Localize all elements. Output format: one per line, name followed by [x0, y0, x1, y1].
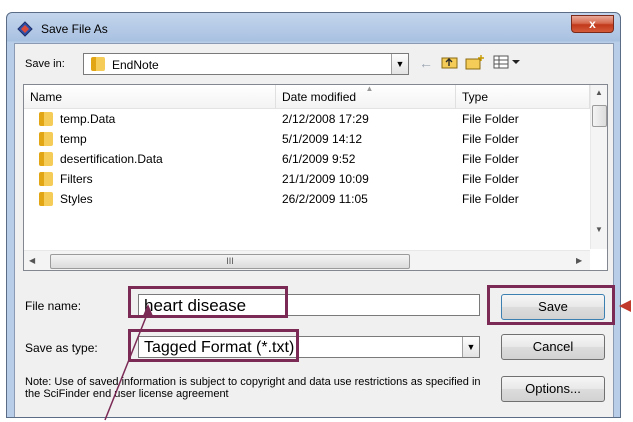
file-name-value: heart disease: [144, 296, 247, 315]
file-name: desertification.Data: [60, 152, 163, 166]
file-date: 5/1/2009 14:12: [282, 132, 363, 146]
file-name: Filters: [60, 172, 93, 186]
back-arrow-icon[interactable]: ←: [419, 54, 433, 72]
file-date: 26/2/2009 11:05: [282, 192, 368, 206]
copyright-note: Note: Use of saved information is subjec…: [25, 376, 481, 400]
folder-icon: [39, 172, 53, 186]
chevron-down-icon[interactable]: ▼: [391, 54, 408, 74]
file-name-label: File name:: [25, 299, 82, 313]
close-button[interactable]: x: [571, 15, 614, 33]
folder-icon: [39, 132, 53, 146]
file-name-input[interactable]: heart disease: [138, 294, 480, 316]
folder-icon: [39, 152, 53, 166]
file-name: Styles: [60, 192, 93, 206]
file-date: 6/1/2009 9:52: [282, 152, 356, 166]
save-file-as-dialog: Save File As x Save in: EndNote ▼ ← Name…: [6, 12, 621, 418]
scroll-down-icon[interactable]: ▼: [595, 225, 603, 234]
horizontal-scrollbar[interactable]: ◀ III ▶: [24, 250, 590, 270]
horizontal-scroll-thumb[interactable]: III: [50, 254, 410, 269]
dialog-body: Save in: EndNote ▼ ← Name ▲ Date modifie…: [14, 43, 614, 417]
file-row[interactable]: Styles 26/2/2009 11:05 File Folder: [24, 189, 590, 209]
vertical-scrollbar[interactable]: ▲ ▼: [590, 85, 607, 249]
scroll-right-icon[interactable]: ▶: [576, 256, 582, 265]
title-bar[interactable]: Save File As x: [7, 13, 620, 43]
window-title: Save File As: [41, 22, 108, 36]
scroll-left-icon[interactable]: ◀: [29, 256, 35, 265]
options-button[interactable]: Options...: [501, 376, 605, 402]
folder-icon: [39, 112, 53, 126]
save-as-type-label: Save as type:: [25, 341, 98, 355]
folder-icon: [91, 57, 105, 71]
file-list[interactable]: Name ▲ Date modified Type temp.Data 2/12…: [23, 84, 608, 271]
save-in-dropdown[interactable]: EndNote ▼: [83, 53, 409, 75]
save-in-label: Save in:: [25, 58, 65, 70]
endnote-app-icon: [17, 21, 33, 37]
cancel-button[interactable]: Cancel: [501, 334, 605, 360]
column-header-date-modified[interactable]: ▲ Date modified: [276, 84, 456, 109]
file-row[interactable]: desertification.Data 6/1/2009 9:52 File …: [24, 149, 590, 169]
file-date: 2/12/2008 17:29: [282, 112, 369, 126]
save-as-type-value: Tagged Format (*.txt): [144, 339, 295, 356]
column-header-type[interactable]: Type: [456, 85, 590, 109]
view-menu-icon[interactable]: [493, 54, 523, 72]
scroll-up-icon[interactable]: ▲: [595, 88, 603, 97]
vertical-scroll-thumb[interactable]: [592, 105, 607, 127]
file-type: File Folder: [462, 152, 519, 166]
file-date: 21/1/2009 10:09: [282, 172, 369, 186]
file-type: File Folder: [462, 132, 519, 146]
file-name: temp: [60, 132, 87, 146]
file-type: File Folder: [462, 112, 519, 126]
save-as-type-dropdown[interactable]: Tagged Format (*.txt) ▼: [138, 336, 480, 358]
file-type: File Folder: [462, 172, 519, 186]
folder-icon: [39, 192, 53, 206]
save-in-value: EndNote: [112, 58, 159, 72]
sort-ascending-icon: ▲: [365, 84, 374, 93]
file-type: File Folder: [462, 192, 519, 206]
column-header-name[interactable]: Name: [24, 85, 276, 109]
chevron-down-icon[interactable]: ▼: [462, 337, 479, 357]
save-button[interactable]: Save: [501, 294, 605, 320]
file-row[interactable]: temp 5/1/2009 14:12 File Folder: [24, 129, 590, 149]
file-name: temp.Data: [60, 112, 116, 126]
file-row[interactable]: temp.Data 2/12/2008 17:29 File Folder: [24, 109, 590, 129]
file-row[interactable]: Filters 21/1/2009 10:09 File Folder: [24, 169, 590, 189]
up-folder-icon[interactable]: [441, 54, 459, 72]
new-folder-icon[interactable]: [465, 54, 485, 72]
